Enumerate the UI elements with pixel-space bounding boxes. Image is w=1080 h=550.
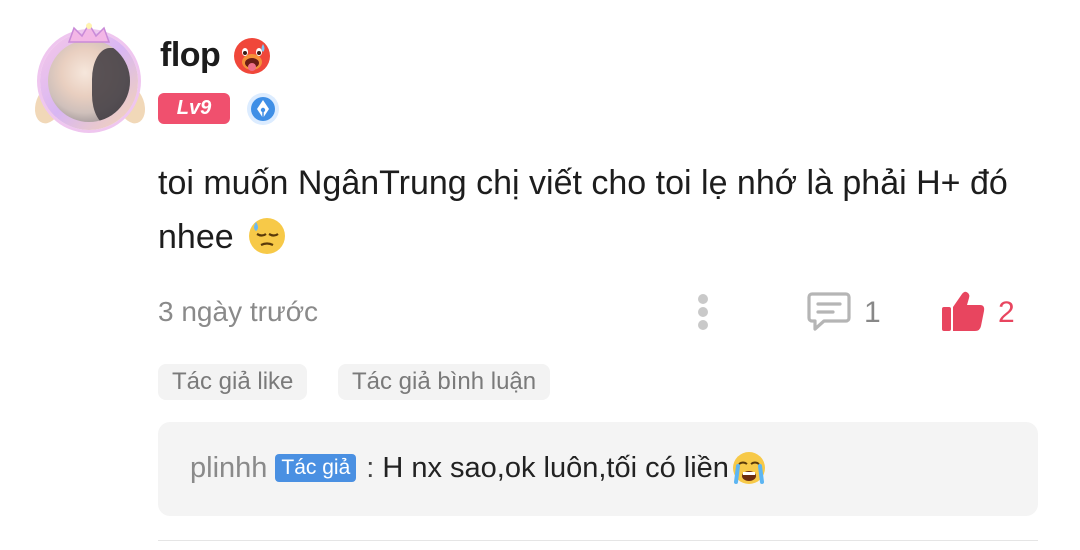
crown-icon bbox=[67, 22, 111, 43]
reply-username[interactable]: plinhh bbox=[190, 452, 267, 485]
reply-box[interactable]: plinhh Tác giả : H nx sao,ok luôn,tối có… bbox=[158, 422, 1038, 516]
avatar[interactable] bbox=[29, 22, 151, 130]
thumbs-up-icon[interactable] bbox=[940, 288, 986, 334]
crying-face-emoji-icon bbox=[732, 452, 765, 484]
author-badge: Tác giả bbox=[275, 454, 357, 482]
comment-text: toi muốn NgânTrung chị viết cho toi lẹ n… bbox=[158, 156, 1038, 264]
like-count: 2 bbox=[998, 296, 1015, 329]
pen-badge-icon bbox=[247, 93, 279, 125]
downcast-sweat-emoji-icon bbox=[249, 218, 286, 254]
divider bbox=[158, 540, 1038, 541]
username[interactable]: flop bbox=[160, 36, 221, 75]
tag-author-commented: Tác giả bình luận bbox=[338, 364, 551, 400]
comment-icon[interactable] bbox=[806, 290, 852, 332]
tag-author-liked: Tác giả like bbox=[158, 364, 308, 400]
avatar-photo bbox=[48, 40, 130, 122]
reply-line: plinhh Tác giả : H nx sao,ok luôn,tối có… bbox=[190, 450, 767, 486]
reply-text: H nx sao,ok luôn,tối có liền bbox=[382, 451, 729, 484]
level-badge: Lv9 bbox=[158, 93, 230, 124]
more-vertical-icon[interactable] bbox=[696, 292, 710, 332]
hot-face-emoji-icon bbox=[234, 38, 270, 74]
comment-timestamp: 3 ngày trước bbox=[158, 296, 319, 327]
reply-count: 1 bbox=[864, 296, 881, 329]
reply-separator: : bbox=[366, 451, 375, 484]
